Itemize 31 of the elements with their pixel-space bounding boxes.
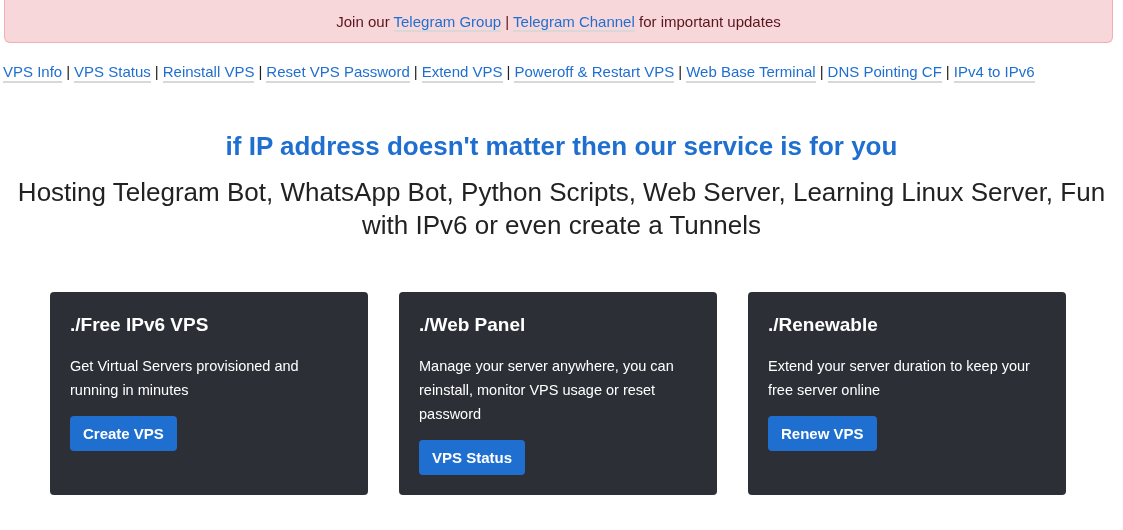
separator: |	[154, 63, 159, 80]
nav-link[interactable]: Reinstall VPS	[162, 63, 255, 83]
separator: |	[945, 63, 950, 80]
announcement-text: Join our Telegram Group | Telegram Channel for important updates	[336, 12, 781, 30]
telegram-link[interactable]: Telegram Group	[393, 12, 502, 32]
separator: |	[413, 63, 418, 80]
card-title: ./Web Panel	[419, 314, 527, 336]
card-text: Manage your server anywhere, you can reinstall, monitor VPS usage or reset password	[419, 357, 675, 424]
nav-link[interactable]: Reset VPS Password	[266, 63, 410, 83]
nav-link[interactable]: IPv4 to IPv6	[953, 63, 1035, 83]
card-button[interactable]: VPS Status	[419, 440, 526, 475]
nav-link[interactable]: DNS Pointing CF	[827, 63, 942, 83]
nav-link[interactable]: VPS Info	[3, 63, 63, 83]
tagline: if IP address doesn't matter then our service is for you	[224, 131, 899, 162]
subtitle: Hosting Telegram Bot, WhatsApp Bot, Python Scripts, Web Server, Learning Linux Server, Fun with IPv6 or even create a Tunnels	[16, 176, 1107, 242]
nav-link[interactable]: Poweroff & Restart VPS	[514, 63, 675, 83]
separator: |	[66, 63, 71, 80]
telegram-link[interactable]: Telegram Channel	[513, 12, 635, 32]
card-title: ./Renewable	[768, 314, 879, 336]
separator: |	[506, 63, 511, 80]
separator: |	[258, 63, 263, 80]
card-button[interactable]: Create VPS	[70, 416, 177, 451]
nav-link[interactable]: Extend VPS	[421, 63, 503, 83]
nav-link[interactable]: VPS Status	[74, 63, 151, 83]
card-text: Extend your server duration to keep your free server online	[768, 357, 1031, 400]
card-text: Get Virtual Servers provisioned and running in minutes	[70, 357, 300, 400]
card-title: ./Free IPv6 VPS	[70, 314, 210, 336]
separator: |	[819, 63, 824, 80]
card-button[interactable]: Renew VPS	[768, 416, 877, 451]
nav-link[interactable]: Web Base Terminal	[686, 63, 816, 83]
separator: |	[678, 63, 683, 80]
